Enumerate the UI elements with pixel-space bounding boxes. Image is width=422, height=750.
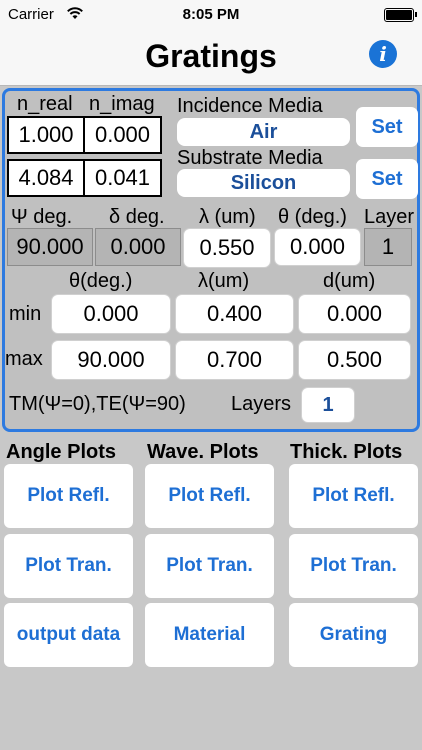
set-substrate-button[interactable]: Set	[356, 159, 418, 199]
theta-max-field[interactable]: 90.000	[51, 340, 171, 380]
layers-label: Layers	[231, 393, 292, 415]
substrate-n-real-field[interactable]: 4.084	[7, 159, 85, 197]
parameters-panel: n_real n_imag 1.000 0.000 4.084 0.041 In…	[2, 88, 420, 432]
wavelength-field[interactable]: 0.550	[183, 228, 271, 268]
lambda-label: λ (um)	[199, 206, 256, 228]
max-label: max	[5, 348, 43, 370]
incidence-n-imag-field[interactable]: 0.000	[83, 116, 162, 154]
theta-field[interactable]: 0.000	[274, 228, 361, 266]
material-button[interactable]: Material	[145, 603, 274, 667]
clock: 8:05 PM	[182, 6, 240, 23]
theta-range-header: θ(deg.)	[69, 270, 133, 292]
page-title: Gratings	[145, 38, 277, 74]
set-incidence-button[interactable]: Set	[356, 107, 418, 147]
delta-value: 0.000	[95, 228, 181, 266]
wave-plot-tran-button[interactable]: Plot Tran.	[145, 534, 274, 598]
wave-plots-title: Wave. Plots	[147, 441, 259, 463]
angle-plot-tran-button[interactable]: Plot Tran.	[4, 534, 133, 598]
layer-label: Layer	[364, 206, 415, 228]
angle-plots-title: Angle Plots	[6, 441, 117, 463]
substrate-n-imag-field[interactable]: 0.041	[83, 159, 162, 197]
theta-label: θ (deg.)	[278, 206, 347, 228]
output-data-button[interactable]: output data	[4, 603, 133, 667]
thick-plot-tran-button[interactable]: Plot Tran.	[289, 534, 418, 598]
navigation-bar: Gratings i	[0, 30, 422, 86]
wave-plot-refl-button[interactable]: Plot Refl.	[145, 464, 274, 528]
delta-label: δ deg.	[109, 206, 165, 228]
theta-min-field[interactable]: 0.000	[51, 294, 171, 334]
min-label: min	[9, 303, 42, 325]
substrate-media-label: Substrate Media	[177, 147, 323, 169]
psi-value: 90.000	[7, 228, 93, 266]
layers-field[interactable]: 1	[301, 387, 355, 423]
lambda-range-header: λ(um)	[198, 270, 250, 292]
thick-plot-refl-button[interactable]: Plot Refl.	[289, 464, 418, 528]
substrate-media-field[interactable]: Silicon	[177, 169, 350, 197]
n-real-label: n_real	[17, 93, 73, 115]
incidence-media-field[interactable]: Air	[177, 118, 350, 146]
psi-label: Ψ deg.	[11, 206, 73, 228]
thick-plots-title: Thick. Plots	[290, 441, 403, 463]
lambda-min-field[interactable]: 0.400	[175, 294, 294, 334]
layer-value: 1	[364, 228, 412, 266]
thickness-min-field[interactable]: 0.000	[298, 294, 411, 334]
grating-button[interactable]: Grating	[289, 603, 418, 667]
incidence-media-label: Incidence Media	[177, 95, 323, 117]
thickness-range-header: d(um)	[323, 270, 376, 292]
info-icon[interactable]: i	[369, 40, 397, 68]
incidence-n-real-field[interactable]: 1.000	[7, 116, 85, 154]
status-bar: Carrier 8:05 PM	[0, 0, 422, 30]
thickness-max-field[interactable]: 0.500	[298, 340, 411, 380]
angle-plot-refl-button[interactable]: Plot Refl.	[4, 464, 133, 528]
battery-icon	[384, 8, 417, 22]
lambda-max-field[interactable]: 0.700	[175, 340, 294, 380]
n-imag-label: n_imag	[89, 93, 155, 115]
polarization-note: TM(Ψ=0),TE(Ψ=90)	[9, 393, 186, 415]
